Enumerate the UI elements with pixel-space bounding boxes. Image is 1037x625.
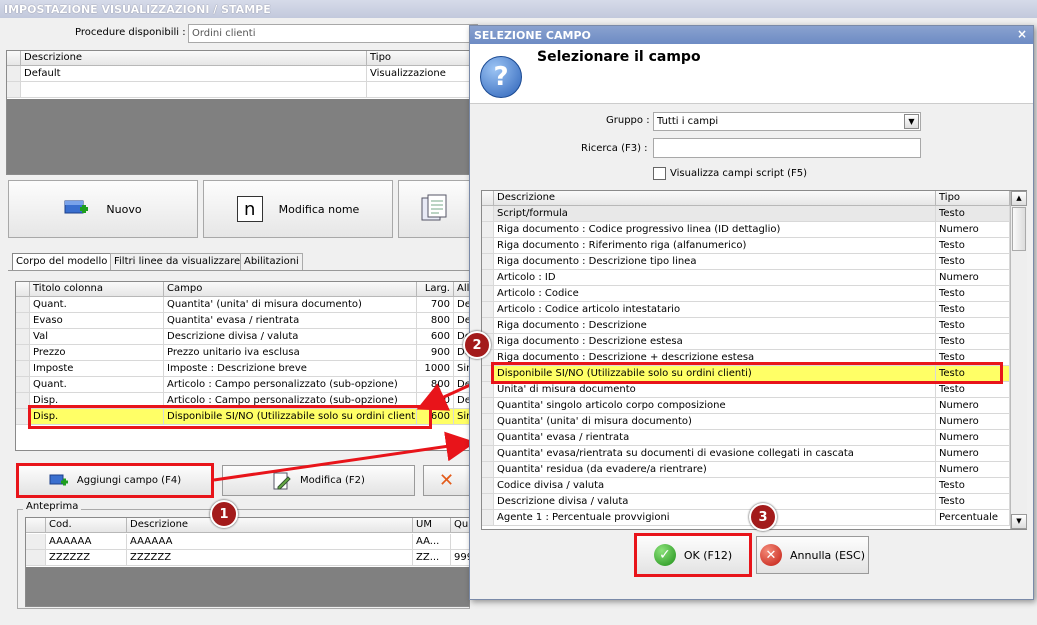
list-item[interactable]: Articolo : ID	[494, 270, 936, 286]
row-indicator	[482, 206, 494, 222]
table-cell: Testo	[936, 206, 1010, 222]
list-item[interactable]: Codice divisa / valuta	[494, 478, 936, 494]
table-cell: Testo	[936, 494, 1010, 510]
list-item[interactable]: Riga documento : Descrizione tipo linea	[494, 254, 936, 270]
row-indicator	[482, 478, 494, 494]
gruppo-select[interactable]: Tutti i campi ▼	[653, 112, 921, 131]
row-indicator	[482, 510, 494, 526]
list-item[interactable]: Quantita' (unita' di misura documento)	[494, 414, 936, 430]
table-cell: Testo	[936, 286, 1010, 302]
list-item[interactable]: Riga documento : Descrizione	[494, 318, 936, 334]
list-item[interactable]: Articolo : Codice articolo intestatario	[494, 302, 936, 318]
row-indicator	[482, 430, 494, 446]
table-cell: Testo	[936, 382, 1010, 398]
list-item[interactable]: Riga documento : Codice progressivo line…	[494, 222, 936, 238]
arrow-to-dialog	[213, 431, 476, 482]
list-item[interactable]: Script/formula	[494, 206, 936, 222]
script-checkbox[interactable]	[653, 167, 666, 180]
row-indicator	[482, 414, 494, 430]
table-cell: Numero	[936, 462, 1010, 478]
row-indicator	[482, 494, 494, 510]
ricerca-label: Ricerca (F3) :	[581, 143, 648, 154]
close-icon[interactable]: ×	[1017, 27, 1027, 41]
gruppo-value: Tutti i campi	[657, 116, 719, 127]
list-item[interactable]: Quantita' evasa / rientrata	[494, 430, 936, 446]
annotation-badge-3: 3	[749, 503, 777, 531]
table-cell: Testo	[936, 334, 1010, 350]
table-cell: Numero	[936, 446, 1010, 462]
row-indicator	[482, 302, 494, 318]
highlight-box	[491, 362, 1003, 384]
list-item[interactable]: Riga documento : Riferimento riga (alfan…	[494, 238, 936, 254]
table-cell: Numero	[936, 222, 1010, 238]
row-indicator	[482, 286, 494, 302]
campi-table: Descrizione Tipo Script/formula Testo Riga…	[481, 190, 1027, 530]
table-cell: Numero	[936, 270, 1010, 286]
annotation-badge-1: 1	[210, 500, 238, 528]
col-descrizione: Descrizione	[494, 191, 936, 206]
ok-button[interactable]: ✓ OK (F12)	[634, 533, 752, 577]
help-question-icon: ?	[480, 56, 522, 98]
scrollbar[interactable]: ▲ ▼	[1010, 191, 1027, 529]
table-cell: Testo	[936, 302, 1010, 318]
col-tipo: Tipo	[936, 191, 1010, 206]
table-cell: Testo	[936, 478, 1010, 494]
cancel-icon: ✕	[760, 544, 782, 566]
dialog-heading: Selezionare il campo	[537, 49, 701, 65]
list-item[interactable]: Unita' di misura documento	[494, 382, 936, 398]
script-checkbox-label: Visualizza campi script (F5)	[670, 168, 808, 179]
chevron-down-icon[interactable]: ▼	[904, 114, 919, 129]
row-indicator	[482, 382, 494, 398]
row-indicator	[482, 318, 494, 334]
table-cell: Numero	[936, 430, 1010, 446]
scroll-down-icon[interactable]: ▼	[1011, 514, 1027, 529]
list-item[interactable]: Agente 1 : Percentuale provvigioni	[494, 510, 936, 526]
row-indicator	[482, 462, 494, 478]
row-indicator	[482, 270, 494, 286]
ok-label: OK (F12)	[683, 548, 733, 562]
annotation-badge-2: 2	[463, 331, 491, 359]
table-cell: Percentuale	[936, 510, 1010, 526]
table-cell: Testo	[936, 254, 1010, 270]
row-indicator	[482, 238, 494, 254]
list-item[interactable]: Quantita' singolo articolo corpo composi…	[494, 398, 936, 414]
row-indicator	[482, 222, 494, 238]
table-cell: Numero	[936, 398, 1010, 414]
list-item[interactable]: Quantita' evasa/rientrata su documenti d…	[494, 446, 936, 462]
scroll-thumb[interactable]	[1012, 207, 1026, 251]
check-icon: ✓	[653, 544, 676, 566]
list-item[interactable]: Quantita' residua (da evadere/a rientrar…	[494, 462, 936, 478]
dialog-title-bar: SELEZIONE CAMPO ×	[470, 26, 1033, 44]
scroll-up-icon[interactable]: ▲	[1011, 191, 1027, 206]
row-indicator	[482, 398, 494, 414]
table-cell: Numero	[936, 414, 1010, 430]
table-cell: Testo	[936, 318, 1010, 334]
table-cell: Testo	[936, 238, 1010, 254]
row-indicator	[482, 254, 494, 270]
list-item[interactable]: Articolo : Codice	[494, 286, 936, 302]
gruppo-label: Gruppo :	[606, 115, 650, 126]
annulla-button[interactable]: ✕ Annulla (ESC)	[756, 536, 869, 574]
row-indicator	[482, 446, 494, 462]
ricerca-input[interactable]	[653, 138, 921, 158]
list-item[interactable]: Riga documento : Descrizione estesa	[494, 334, 936, 350]
annulla-label: Annulla (ESC)	[790, 548, 865, 562]
dialog-title: SELEZIONE CAMPO	[474, 29, 591, 42]
list-item[interactable]: Descrizione divisa / valuta	[494, 494, 936, 510]
